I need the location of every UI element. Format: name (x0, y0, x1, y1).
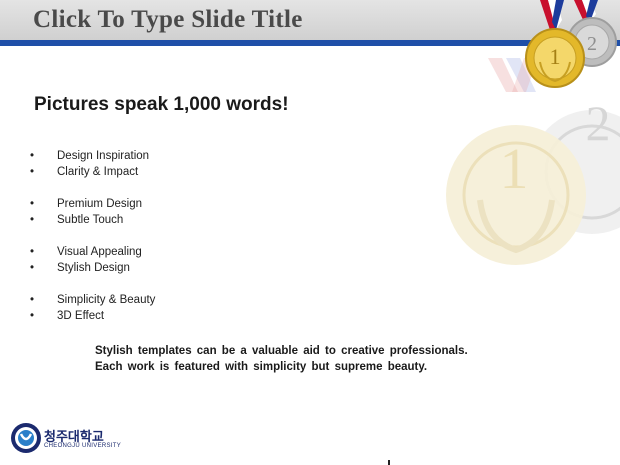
watermark-gold-number: 1 (500, 136, 529, 201)
bullet-dot: • (30, 262, 35, 274)
bullet-dot: • (30, 198, 35, 210)
gold-medal-number: 1 (550, 44, 561, 69)
list-item: • Clarity & Impact (30, 164, 155, 180)
list-item: • Premium Design (30, 196, 155, 212)
list-item: • Simplicity & Beauty (30, 292, 155, 308)
cursor-mark (388, 460, 390, 465)
bullet-text: 3D Effect (57, 310, 105, 322)
headline[interactable]: Pictures speak 1,000 words! (34, 94, 289, 116)
university-emblem-icon (11, 423, 41, 453)
caption-line: Each work is featured with simplicity bu… (95, 361, 428, 373)
bullet-text: Simplicity & Beauty (57, 294, 156, 306)
list-item: • Visual Appealing (30, 244, 155, 260)
bullet-dot: • (30, 150, 35, 162)
bullet-text: Stylish Design (57, 262, 130, 274)
silver-medal-number: 2 (587, 33, 597, 55)
list-item: • 3D Effect (30, 308, 155, 324)
list-item: • Design Inspiration (30, 148, 155, 164)
bullet-dot: • (30, 166, 35, 178)
bullet-list[interactable]: • Design Inspiration • Clarity & Impact • P… (30, 148, 155, 324)
bullet-text: Visual Appealing (57, 246, 142, 258)
bullet-text: Subtle Touch (57, 214, 124, 226)
watermark-silver-number: 2 (586, 95, 611, 151)
bullet-text: Design Inspiration (57, 150, 150, 162)
bullet-dot: • (30, 294, 35, 306)
bullet-dot: • (30, 310, 35, 322)
slide-title[interactable]: Click To Type Slide Title (33, 6, 303, 34)
caption-line: Stylish templates can be a valuable aid … (95, 345, 468, 357)
caption-text[interactable]: Stylish templates can be a valuable aid … (95, 343, 468, 375)
logo-name-english: CHEONGJU UNIVERSITY (44, 443, 122, 449)
bullet-dot: • (30, 214, 35, 226)
list-item: • Subtle Touch (30, 212, 155, 228)
gold-medal-icon: 1 (525, 0, 585, 88)
bullet-text: Premium Design (57, 198, 142, 210)
bullet-dot: • (30, 246, 35, 258)
bullet-text: Clarity & Impact (57, 166, 139, 178)
list-item: • Stylish Design (30, 260, 155, 276)
